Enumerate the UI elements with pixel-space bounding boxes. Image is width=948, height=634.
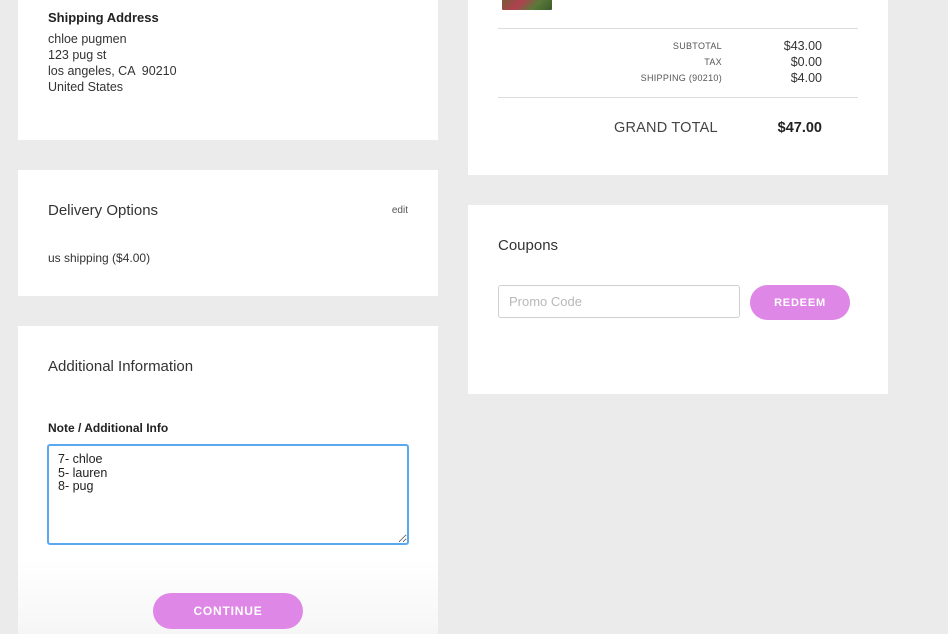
selected-delivery-option: us shipping ($4.00) [48,251,151,265]
product-thumbnail-image [502,0,552,10]
address-city-line: los angeles, CA 90210 [48,64,177,78]
subtotal-row: SUBTOTAL $43.00 [498,38,822,54]
subtotal-label: SUBTOTAL [672,41,722,51]
shipping-cost-row: SHIPPING (90210) $4.00 [498,70,822,86]
shipping-address-card: Shipping Address chloe pugmen 123 pug st… [18,0,438,140]
shipping-cost-value: $4.00 [790,71,822,85]
summary-divider-bottom [498,97,858,98]
delivery-options-card: Delivery Options edit us shipping ($4.00… [18,170,438,296]
note-textarea[interactable]: 7- chloe 5- lauren 8- pug [47,444,409,545]
summary-divider-top [498,28,858,29]
redeem-button[interactable]: REDEEM [750,285,850,320]
grand-total-value: $47.00 [777,120,822,136]
tax-value: $0.00 [790,55,822,69]
shipping-address-title: Shipping Address [48,10,159,25]
tax-label: TAX [704,57,722,67]
order-summary-card: SUBTOTAL $43.00 TAX $0.00 SHIPPING (9021… [468,0,888,175]
tax-row: TAX $0.00 [498,54,822,70]
address-country: United States [48,80,124,94]
additional-information-title: Additional Information [48,358,194,375]
address-street: 123 pug st [48,48,107,62]
promo-code-input[interactable] [498,285,740,318]
delivery-options-title: Delivery Options [48,202,159,219]
subtotal-value: $43.00 [783,39,822,53]
address-name: chloe pugmen [48,32,127,46]
grand-total-label: GRAND TOTAL [614,120,718,136]
additional-information-card: Additional Information Note / Additional… [18,326,438,634]
shipping-cost-label: SHIPPING (90210) [640,73,722,83]
delivery-edit-link[interactable]: edit [392,205,408,216]
coupons-title: Coupons [498,237,559,254]
shipping-address-lines: chloe pugmen 123 pug st los angeles, CA … [48,31,177,95]
note-label: Note / Additional Info [48,421,169,435]
continue-button[interactable]: CONTINUE [153,593,303,629]
coupons-card: Coupons REDEEM [468,205,888,394]
